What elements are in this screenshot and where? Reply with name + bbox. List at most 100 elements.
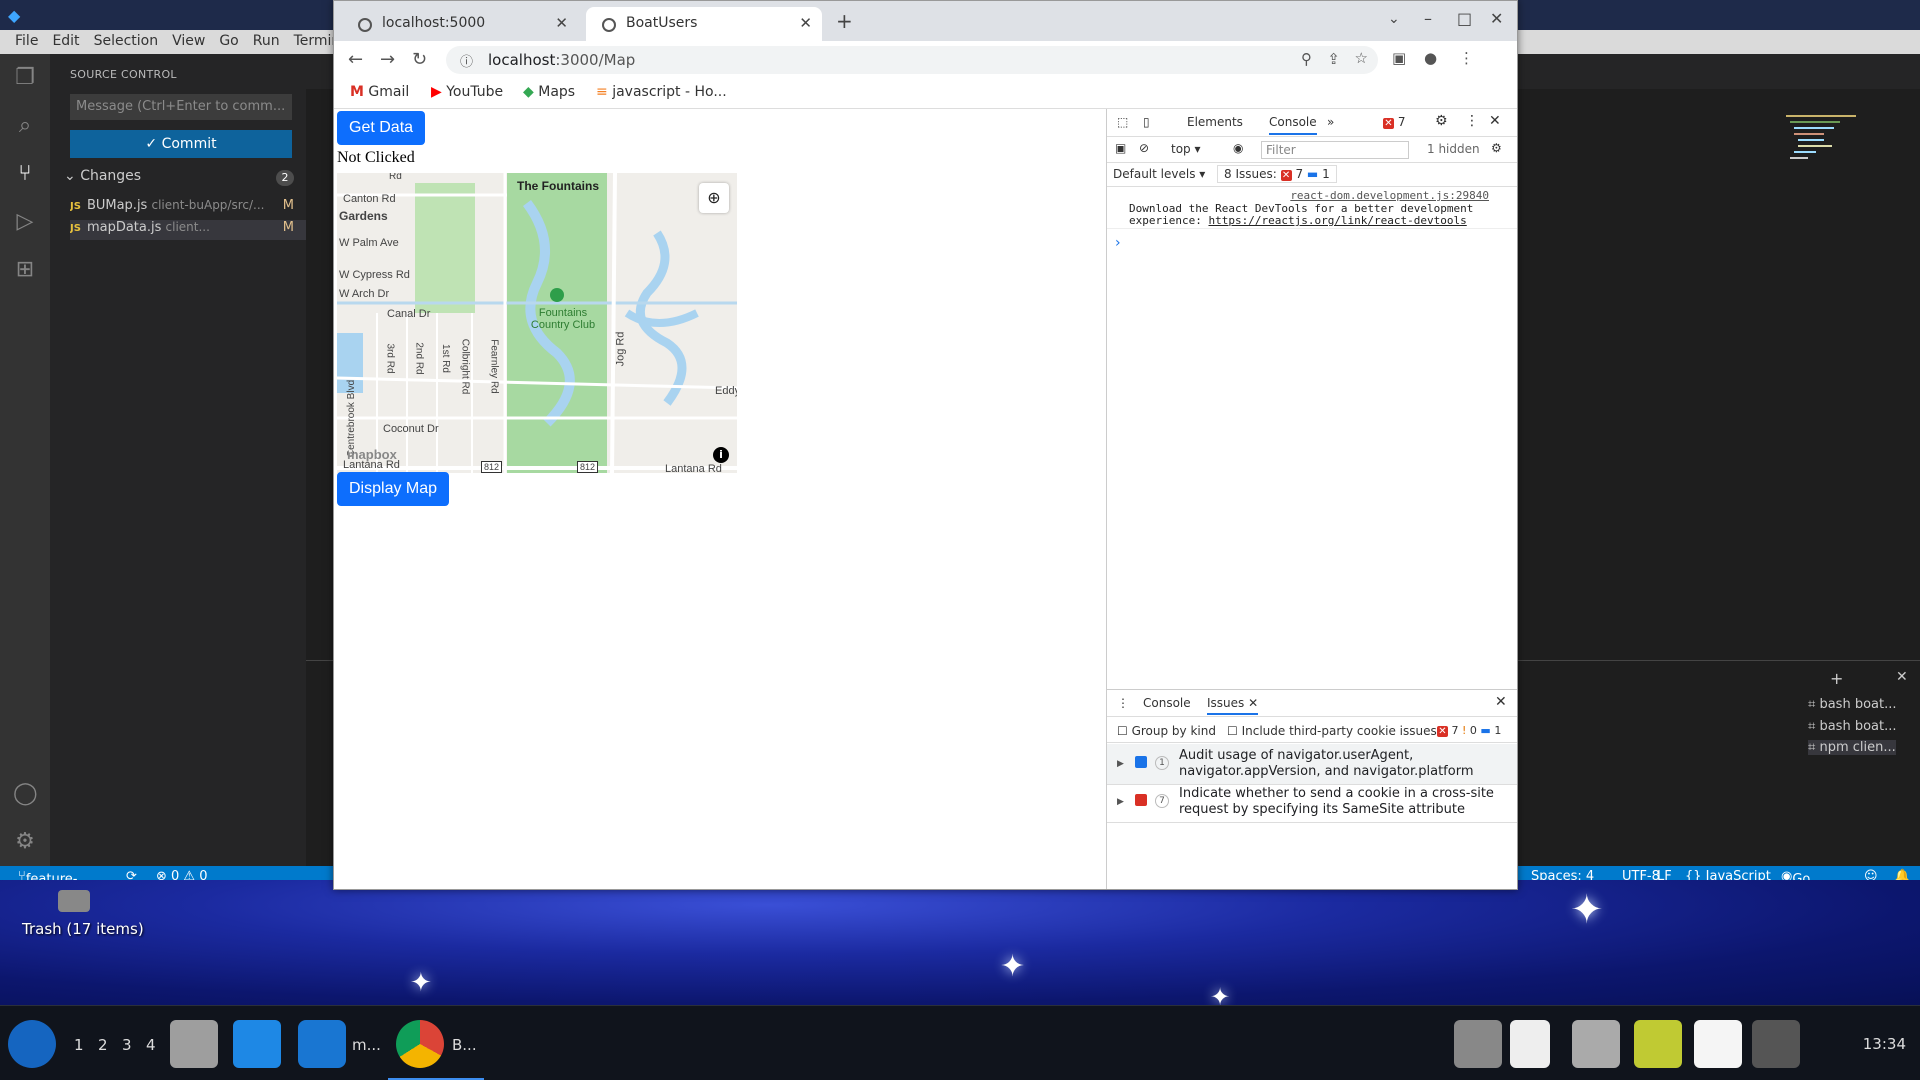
tab-console[interactable]: Console <box>1269 115 1317 135</box>
source-control-icon[interactable]: ⑂ <box>13 162 37 186</box>
volume-icon[interactable] <box>1510 1020 1550 1068</box>
vscode-task-label[interactable]: m... <box>352 1036 381 1054</box>
menu-file[interactable]: File <box>8 30 45 54</box>
live-expression-icon[interactable]: ◉ <box>1233 141 1243 155</box>
issue-row[interactable]: ▶ 1 Audit usage of navigator.userAgent, … <box>1107 744 1517 785</box>
error-count-badge[interactable]: ✕ 7 <box>1383 115 1405 129</box>
workspace-4[interactable]: 4 <box>146 1036 156 1054</box>
side-panel-icon[interactable]: ▣ <box>1392 49 1406 67</box>
back-arrow-icon[interactable]: ← <box>348 49 363 70</box>
close-panel-icon[interactable]: ✕ <box>1896 669 1908 685</box>
devtools-settings-icon[interactable]: ⚙ <box>1435 113 1448 129</box>
account-icon[interactable]: ◯ <box>13 782 38 806</box>
drawer-tab-issues[interactable]: Issues ✕ <box>1207 696 1259 715</box>
eject-icon[interactable] <box>1454 1020 1502 1068</box>
attribution-info-icon[interactable]: i <box>713 447 729 463</box>
close-tab-icon[interactable]: ✕ <box>555 14 568 32</box>
menu-go[interactable]: Go <box>212 30 245 54</box>
menu-view[interactable]: View <box>165 30 212 54</box>
chrome-task-icon[interactable] <box>396 1020 444 1068</box>
menu-run[interactable]: Run <box>246 30 287 54</box>
commit-message-input[interactable]: Message (Ctrl+Enter to comm... <box>70 94 292 120</box>
context-select[interactable]: top ▾ <box>1171 142 1201 156</box>
start-menu-icon[interactable] <box>8 1020 56 1068</box>
log-levels-select[interactable]: Default levels ▾ <box>1113 167 1205 181</box>
location-icon[interactable]: ⚲ <box>1301 50 1312 68</box>
terminal-item[interactable]: ⌗ npm clien... <box>1808 740 1896 755</box>
minimize-icon[interactable]: – <box>1424 9 1432 28</box>
explorer-icon[interactable]: ❐ <box>13 66 37 90</box>
group-by-kind-checkbox[interactable]: ☐ Group by kind <box>1117 724 1216 738</box>
extensions-icon[interactable]: ⊞ <box>13 258 37 282</box>
show-desktop-icon[interactable] <box>233 1020 281 1068</box>
terminal-item[interactable]: ⌗ bash boat... <box>1808 719 1896 734</box>
changed-file-item[interactable]: JS mapData.js client... M <box>70 220 306 240</box>
bookmark-star-icon[interactable]: ☆ <box>1355 49 1368 67</box>
workspace-3[interactable]: 3 <box>122 1036 132 1054</box>
clipboard-icon[interactable] <box>1694 1020 1742 1068</box>
new-tab-icon[interactable]: + <box>836 9 853 33</box>
bookmark-youtube[interactable]: ▶ YouTube <box>431 84 503 100</box>
inspect-element-icon[interactable]: ⬚ <box>1117 115 1128 129</box>
menu-edit[interactable]: Edit <box>45 30 86 54</box>
react-devtools-link[interactable]: https://reactjs.org/link/react-devtools <box>1208 214 1466 227</box>
get-data-button[interactable]: Get Data <box>337 111 426 145</box>
menu-selection[interactable]: Selection <box>87 30 166 54</box>
vscode-task-icon[interactable] <box>298 1020 346 1068</box>
network-icon[interactable] <box>1572 1020 1620 1068</box>
forward-arrow-icon[interactable]: → <box>380 49 395 70</box>
terminal-item[interactable]: ⌗ bash boat... <box>1808 697 1896 712</box>
settings-gear-icon[interactable]: ⚙ <box>13 830 37 854</box>
close-drawer-icon[interactable]: ✕ <box>1495 694 1507 710</box>
display-map-button[interactable]: Display Map <box>337 472 450 506</box>
sidebar-toggle-icon[interactable]: ▣ <box>1115 141 1126 155</box>
site-info-icon[interactable]: ⓘ <box>460 51 473 70</box>
issue-row[interactable]: ▶ 7 Indicate whether to send a cookie in… <box>1107 782 1517 823</box>
battery-icon[interactable] <box>1634 1020 1682 1068</box>
maximize-icon[interactable]: □ <box>1457 9 1472 28</box>
reload-icon[interactable]: ↻ <box>412 49 427 70</box>
third-party-checkbox[interactable]: ☐ Include third-party cookie issues <box>1227 724 1437 738</box>
tab-elements[interactable]: Elements <box>1187 115 1243 129</box>
more-tabs-icon[interactable]: » <box>1327 115 1334 129</box>
devtools-menu-icon[interactable]: ⋮ <box>1465 113 1479 129</box>
chrome-task-label[interactable]: B... <box>452 1036 477 1054</box>
notification-icon[interactable] <box>1752 1020 1800 1068</box>
workspace-1[interactable]: 1 <box>74 1036 84 1054</box>
close-tab-icon[interactable]: ✕ <box>799 14 812 32</box>
geolocate-icon[interactable]: ⊕ <box>699 183 729 213</box>
clock[interactable]: 13:34 <box>1863 1035 1906 1053</box>
expand-triangle-icon[interactable]: ▶ <box>1117 756 1124 772</box>
address-bar[interactable]: ⓘ localhost:3000/Map ⚲ ⇪ ☆ <box>446 46 1378 74</box>
trash-icon[interactable] <box>58 890 90 912</box>
close-issues-tab-icon[interactable]: ✕ <box>1248 696 1258 710</box>
file-manager-icon[interactable] <box>170 1020 218 1068</box>
tab-localhost-5000[interactable]: localhost:5000 ✕ <box>342 7 578 41</box>
bookmark-gmail[interactable]: M Gmail <box>350 84 409 100</box>
mapbox-logo[interactable]: mapbox <box>347 447 397 462</box>
workspace-2[interactable]: 2 <box>98 1036 108 1054</box>
bookmark-javascript[interactable]: ≡ javascript - Ho... <box>596 84 727 100</box>
drawer-menu-icon[interactable]: ⋮ <box>1117 696 1129 710</box>
close-window-icon[interactable]: ✕ <box>1490 9 1503 28</box>
map-container[interactable]: The Fountains Rd Canton Rd Gardens W Pal… <box>337 173 737 473</box>
console-settings-icon[interactable]: ⚙ <box>1491 141 1502 155</box>
clear-console-icon[interactable]: ⊘ <box>1139 141 1149 155</box>
close-devtools-icon[interactable]: ✕ <box>1489 113 1501 129</box>
run-debug-icon[interactable]: ▷ <box>13 210 37 234</box>
tab-boatusers[interactable]: BoatUsers ✕ <box>586 7 822 41</box>
console-prompt[interactable]: › <box>1115 235 1121 251</box>
commit-button[interactable]: ✓ Commit <box>70 130 292 158</box>
search-icon[interactable]: ⌕ <box>13 114 37 138</box>
expand-triangle-icon[interactable]: ▶ <box>1117 794 1124 810</box>
bookmark-maps[interactable]: ◆ Maps <box>523 84 575 100</box>
trash-label[interactable]: Trash (17 items) <box>22 920 144 938</box>
profile-avatar-icon[interactable]: ● <box>1424 49 1437 67</box>
drawer-tab-console[interactable]: Console <box>1143 696 1191 710</box>
chrome-menu-icon[interactable]: ⋮ <box>1459 49 1474 67</box>
changed-file-item[interactable]: JS BUMap.js client-buApp/src/... M <box>70 198 306 218</box>
console-filter-input[interactable]: Filter <box>1261 141 1409 159</box>
issues-summary-button[interactable]: 8 Issues: ✕ 7 ▬ 1 <box>1217 165 1337 183</box>
new-terminal-icon[interactable]: + <box>1830 669 1843 688</box>
tab-search-icon[interactable]: ⌄ <box>1388 11 1400 27</box>
